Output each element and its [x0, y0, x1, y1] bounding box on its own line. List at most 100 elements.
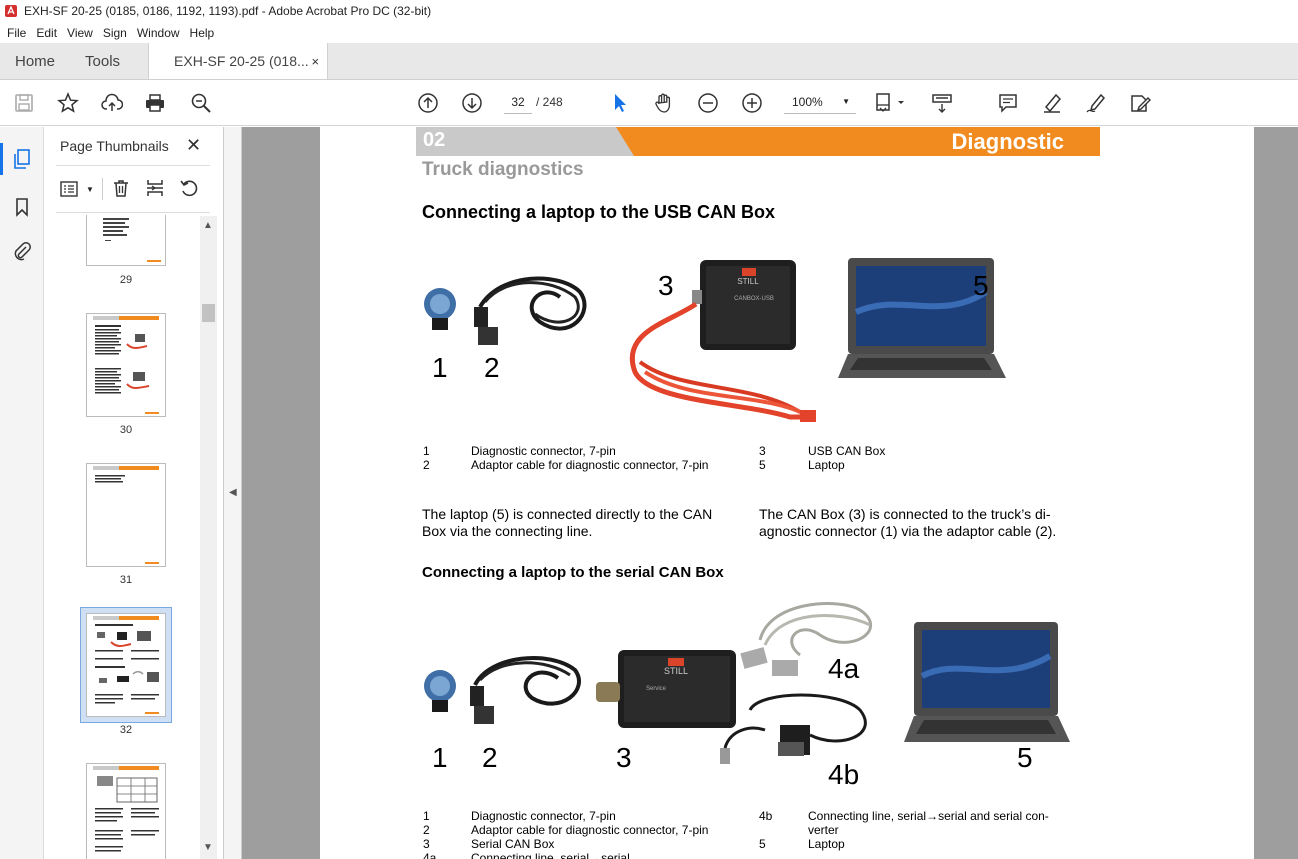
serial-can-box-image: STILL Service: [596, 650, 736, 728]
zoom-select[interactable]: 100% ▼: [784, 90, 856, 114]
thumbnail-label-31: 31: [119, 574, 133, 586]
legend1-number-3: 3: [759, 444, 766, 458]
figure2-label-4a: 4a: [828, 653, 860, 684]
menu-help[interactable]: Help: [185, 26, 220, 40]
page-thumbnail-30[interactable]: [86, 313, 166, 417]
collapse-panel-arrow-icon[interactable]: ◀: [229, 487, 237, 498]
thumbnail-scrollbar[interactable]: ▲ ▼: [200, 216, 217, 859]
highlight-pen-icon[interactable]: [1040, 91, 1064, 115]
panel-title: Page Thumbnails: [60, 138, 169, 154]
scroll-mode-icon[interactable]: [930, 91, 954, 115]
next-page-icon[interactable]: [460, 91, 484, 115]
save-icon[interactable]: [12, 91, 36, 115]
figure1-label-3: 3: [658, 270, 674, 301]
panel-divider: [56, 165, 210, 166]
legend1-text-2: Adaptor cable for diagnostic connector, …: [471, 458, 709, 472]
menu-bar: File Edit View Sign Window Help: [0, 22, 1298, 43]
chapter-number: 02: [423, 129, 446, 151]
tab-bar: Home Tools EXH-SF 20-25 (018... ×: [0, 43, 1298, 80]
tab-close-icon[interactable]: ×: [311, 54, 319, 69]
figure-serial-can-box: STILL Service: [424, 602, 1070, 764]
legend2-number-4a: 4a: [423, 851, 437, 859]
zoom-value: 100%: [792, 94, 823, 109]
select-cursor-icon[interactable]: [608, 91, 632, 115]
acrobat-icon: [5, 5, 17, 17]
legend1-text-5: Laptop: [808, 458, 845, 472]
panel-separator: [101, 178, 103, 200]
thumbnail-label-29: 29: [119, 274, 133, 286]
svg-text:STILL: STILL: [664, 666, 688, 676]
search-zoom-icon[interactable]: [189, 91, 213, 115]
insert-page-icon[interactable]: [145, 178, 165, 201]
figure2-label-1: 1: [432, 742, 448, 773]
zoom-out-icon[interactable]: [696, 91, 720, 115]
adaptor-cable-image: [470, 656, 581, 724]
section-title: Truck diagnostics: [422, 159, 584, 180]
legend2-number-5: 5: [759, 837, 766, 851]
chapter-title: Diagnostic: [951, 129, 1064, 154]
legend2-text-5: Laptop: [808, 837, 845, 851]
tab-tools[interactable]: Tools: [70, 43, 135, 79]
paragraph-left: The laptop (5) is connected directly to …: [422, 506, 713, 539]
tab-home[interactable]: Home: [0, 43, 70, 79]
paragraph-right: The CAN Box (3) is connected to the truc…: [759, 506, 1057, 539]
figure1-label-1: 1: [432, 352, 448, 383]
rotate-icon[interactable]: [179, 178, 199, 201]
star-icon[interactable]: [56, 91, 80, 115]
delete-trash-icon[interactable]: [111, 178, 131, 201]
document-viewer: 02 Diagnostic Truck diagnostics Connecti…: [242, 127, 1298, 859]
thumbnail-label-30: 30: [119, 424, 133, 436]
thumbnail-label-32: 32: [119, 724, 133, 736]
legend2-number-2: 2: [423, 823, 430, 837]
legend2-number-4b: 4b: [759, 809, 773, 823]
left-navigation-rail: [0, 127, 44, 859]
heading-serial-can-box: Connecting a laptop to the serial CAN Bo…: [422, 564, 724, 581]
draw-sign-icon[interactable]: [1084, 91, 1108, 115]
page-header-grey-bar: [416, 127, 636, 156]
hand-tool-icon[interactable]: [652, 91, 676, 115]
menu-edit[interactable]: Edit: [31, 26, 62, 40]
figure1-label-5: 5: [973, 270, 989, 301]
scrollbar-thumb[interactable]: [202, 304, 215, 322]
legend2-text-4a: Connecting line, serial→serial: [471, 851, 630, 859]
menu-view[interactable]: View: [62, 26, 98, 40]
page-number-input[interactable]: 32: [504, 90, 532, 114]
diagnostic-connector-image: [424, 288, 456, 330]
page-thumbnail-31[interactable]: [86, 463, 166, 567]
page-thumbnail-32[interactable]: [86, 613, 166, 717]
figure-usb-can-box: STILL CANBOX-USB: [424, 258, 1006, 422]
page-thumbnail-33[interactable]: [86, 763, 166, 859]
diagnostic-connector-image: [424, 670, 456, 712]
upload-cloud-icon[interactable]: [100, 91, 124, 115]
legend2-text-3: Serial CAN Box: [471, 837, 555, 851]
pdf-page: 02 Diagnostic Truck diagnostics Connecti…: [320, 127, 1254, 859]
fill-sign-icon[interactable]: [1128, 91, 1152, 115]
figure1-label-2: 2: [484, 352, 500, 383]
legend2-number-3: 3: [423, 837, 430, 851]
page-thumbnail-29[interactable]: [86, 215, 166, 266]
menu-sign[interactable]: Sign: [98, 26, 132, 40]
legend2-text-1: Diagnostic connector, 7-pin: [471, 809, 616, 823]
heading-usb-can-box: Connecting a laptop to the USB CAN Box: [422, 202, 775, 222]
close-icon[interactable]: ✕: [186, 135, 201, 156]
svg-text:Service: Service: [646, 686, 667, 692]
scroll-up-arrow[interactable]: ▲: [203, 220, 213, 231]
figure2-label-5: 5: [1017, 742, 1033, 773]
comment-icon[interactable]: [996, 91, 1020, 115]
menu-window[interactable]: Window: [132, 26, 185, 40]
previous-page-icon[interactable]: [416, 91, 440, 115]
legend1-text-3: USB CAN Box: [808, 444, 886, 458]
attachments-icon[interactable]: [10, 239, 34, 263]
legend1-number-2: 2: [423, 458, 430, 472]
zoom-in-icon[interactable]: [740, 91, 764, 115]
print-icon[interactable]: [143, 91, 167, 115]
tab-document[interactable]: EXH-SF 20-25 (018... ×: [148, 43, 329, 79]
scroll-down-arrow[interactable]: ▼: [203, 842, 213, 853]
tab-document-label: EXH-SF 20-25 (018...: [174, 53, 309, 69]
page-thumbnails-icon[interactable]: [0, 143, 34, 175]
bookmarks-icon[interactable]: [10, 195, 34, 219]
panel-collapse-gutter[interactable]: ◀: [224, 127, 242, 859]
menu-file[interactable]: File: [2, 26, 31, 40]
page-fit-icon[interactable]: [874, 91, 910, 115]
options-menu-icon[interactable]: ▼: [60, 180, 94, 198]
